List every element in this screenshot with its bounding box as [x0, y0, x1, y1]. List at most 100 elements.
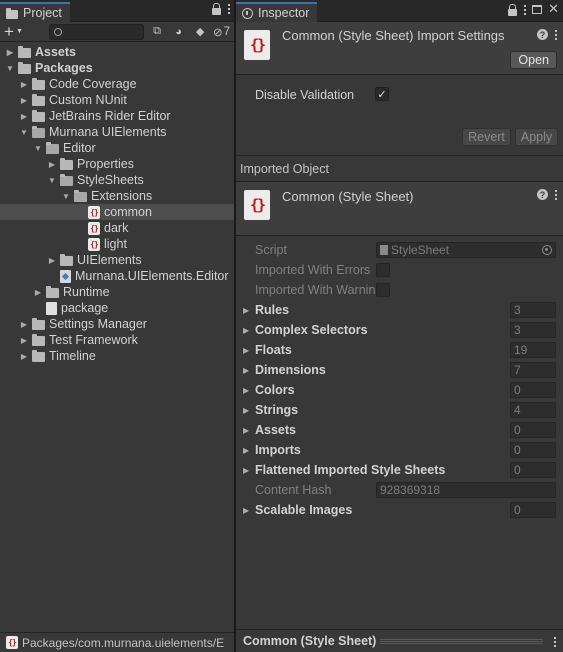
foldout-arrow-icon[interactable]: ▶ — [243, 346, 249, 355]
tree-item[interactable]: ▼ StyleSheets — [0, 172, 234, 188]
tree-item[interactable]: package — [0, 300, 234, 316]
chevron-right-icon[interactable]: ▶ — [33, 287, 43, 297]
foldout-arrow-icon[interactable]: ▶ — [243, 366, 249, 375]
chevron-right-icon[interactable]: ▶ — [19, 111, 29, 121]
search-by-label-icon[interactable]: ◕ — [170, 24, 188, 40]
property-label: Assets — [255, 423, 296, 437]
tag-icon[interactable]: ◆ — [191, 24, 209, 40]
stylesheet-icon: {} — [88, 205, 100, 219]
tree-item[interactable]: ▶ Code Coverage — [0, 76, 234, 92]
chevron-down-icon[interactable]: ▼ — [5, 63, 15, 73]
tree-item-label: Code Coverage — [49, 77, 137, 91]
lock-icon[interactable] — [212, 3, 221, 15]
foldout-arrow-icon[interactable]: ▶ — [243, 406, 249, 415]
more-menu-icon[interactable] — [227, 3, 230, 14]
chevron-right-icon[interactable]: ▶ — [47, 255, 57, 265]
tree-item[interactable]: {} dark — [0, 220, 234, 236]
tree-item-label: JetBrains Rider Editor — [49, 109, 171, 123]
imported-errors-row: Imported With Errors — [236, 260, 563, 280]
chevron-right-icon[interactable]: ▶ — [19, 351, 29, 361]
chevron-down-icon: ▼ — [15, 27, 23, 35]
chevron-right-icon[interactable]: ▶ — [47, 159, 57, 169]
scalable-images-row[interactable]: ▶ Scalable Images 0 — [236, 500, 563, 520]
property-count-field: 0 — [510, 462, 556, 478]
help-icon[interactable]: ? — [537, 29, 548, 40]
tree-item[interactable]: ▶ Properties — [0, 156, 234, 172]
tree-item[interactable]: ▶ UIElements — [0, 252, 234, 268]
property-row[interactable]: ▶ Imports 0 — [236, 440, 563, 460]
property-row[interactable]: ▶ Flattened Imported Style Sheets 0 — [236, 460, 563, 480]
resize-grip[interactable] — [380, 639, 543, 644]
foldout-arrow-icon[interactable]: ▶ — [243, 326, 249, 335]
tab-inspector[interactable]: Inspector — [236, 2, 318, 22]
folder-open-icon — [60, 174, 73, 186]
chevron-down-icon[interactable]: ▼ — [47, 175, 57, 185]
property-row[interactable]: ▶ Colors 0 — [236, 380, 563, 400]
text-asset-icon — [46, 301, 57, 315]
property-row[interactable]: ▶ Dimensions 7 — [236, 360, 563, 380]
property-row[interactable]: ▶ Complex Selectors 3 — [236, 320, 563, 340]
chevron-right-icon[interactable]: ▶ — [19, 319, 29, 329]
tree-item[interactable]: ▶ Assets — [0, 44, 234, 60]
tree-item[interactable]: ▼ Murnana UIElements — [0, 124, 234, 140]
tree-item[interactable]: Murnana.UIElements.Editor — [0, 268, 234, 284]
tree-item-label: Timeline — [49, 349, 96, 363]
foldout-arrow-icon[interactable]: ▶ — [243, 386, 249, 395]
more-menu-icon[interactable] — [523, 4, 526, 15]
property-count-field: 4 — [510, 402, 556, 418]
chevron-down-icon[interactable]: ▼ — [33, 143, 43, 153]
create-button[interactable]: + ▼ — [4, 23, 31, 40]
chevron-down-icon[interactable]: ▼ — [61, 191, 71, 201]
maximize-icon[interactable] — [532, 4, 543, 14]
chevron-right-icon[interactable]: ▶ — [19, 95, 29, 105]
tab-project[interactable]: Project — [0, 2, 70, 22]
chevron-right-icon[interactable]: ▶ — [19, 335, 29, 345]
search-by-type-icon[interactable]: ⧉ — [148, 24, 166, 40]
preview-bar[interactable]: Common (Style Sheet) — [236, 629, 563, 652]
tree-item[interactable]: ▶ JetBrains Rider Editor — [0, 108, 234, 124]
disable-validation-checkbox[interactable]: ✓ — [375, 87, 389, 101]
apply-button[interactable]: Apply — [515, 128, 558, 146]
property-label: Complex Selectors — [255, 323, 368, 337]
foldout-arrow-icon[interactable]: ▶ — [243, 506, 249, 515]
more-menu-icon[interactable] — [554, 29, 557, 40]
tree-item[interactable]: ▶ Test Framework — [0, 332, 234, 348]
foldout-arrow-icon[interactable]: ▶ — [243, 306, 249, 315]
tree-item[interactable]: ▼ Editor — [0, 140, 234, 156]
hidden-packages-toggle[interactable]: ⊘ 7 — [213, 25, 230, 39]
property-row[interactable]: ▶ Assets 0 — [236, 420, 563, 440]
folder-icon — [46, 286, 59, 298]
tree-item[interactable]: ▶ Timeline — [0, 348, 234, 364]
property-row[interactable]: ▶ Floats 19 — [236, 340, 563, 360]
tree-item-label: Settings Manager — [49, 317, 147, 331]
tree-item[interactable]: ▼ Packages — [0, 60, 234, 76]
tree-item[interactable]: {} common — [0, 204, 234, 220]
property-row[interactable]: ▶ Rules 3 — [236, 300, 563, 320]
more-menu-icon[interactable] — [553, 636, 556, 647]
header-tools: ? — [537, 29, 557, 40]
import-settings: Disable Validation ✓ Revert Apply — [236, 75, 563, 156]
tree-item[interactable]: {} light — [0, 236, 234, 252]
revert-button[interactable]: Revert — [462, 128, 511, 146]
foldout-arrow-icon[interactable]: ▶ — [243, 426, 249, 435]
property-row[interactable]: ▶ Strings 4 — [236, 400, 563, 420]
tree-item[interactable]: ▼ Extensions — [0, 188, 234, 204]
more-menu-icon[interactable] — [554, 189, 557, 200]
chevron-down-icon[interactable]: ▼ — [19, 127, 29, 137]
tree-item[interactable]: ▶ Custom NUnit — [0, 92, 234, 108]
chevron-right-icon[interactable]: ▶ — [5, 47, 15, 57]
tree-item[interactable]: ▶ Settings Manager — [0, 316, 234, 332]
foldout-arrow-icon[interactable]: ▶ — [243, 466, 249, 475]
close-icon[interactable]: ✕ — [548, 2, 559, 15]
chevron-right-icon[interactable]: ▶ — [19, 79, 29, 89]
help-icon[interactable]: ? — [537, 189, 548, 200]
foldout-arrow-icon[interactable]: ▶ — [243, 446, 249, 455]
script-field[interactable]: StyleSheet — [376, 242, 556, 258]
search-input[interactable] — [49, 23, 145, 40]
tree-item[interactable]: ▶ Runtime — [0, 284, 234, 300]
lock-icon[interactable] — [508, 3, 518, 16]
open-button[interactable]: Open — [510, 51, 557, 69]
object-picker-icon[interactable] — [542, 245, 552, 255]
